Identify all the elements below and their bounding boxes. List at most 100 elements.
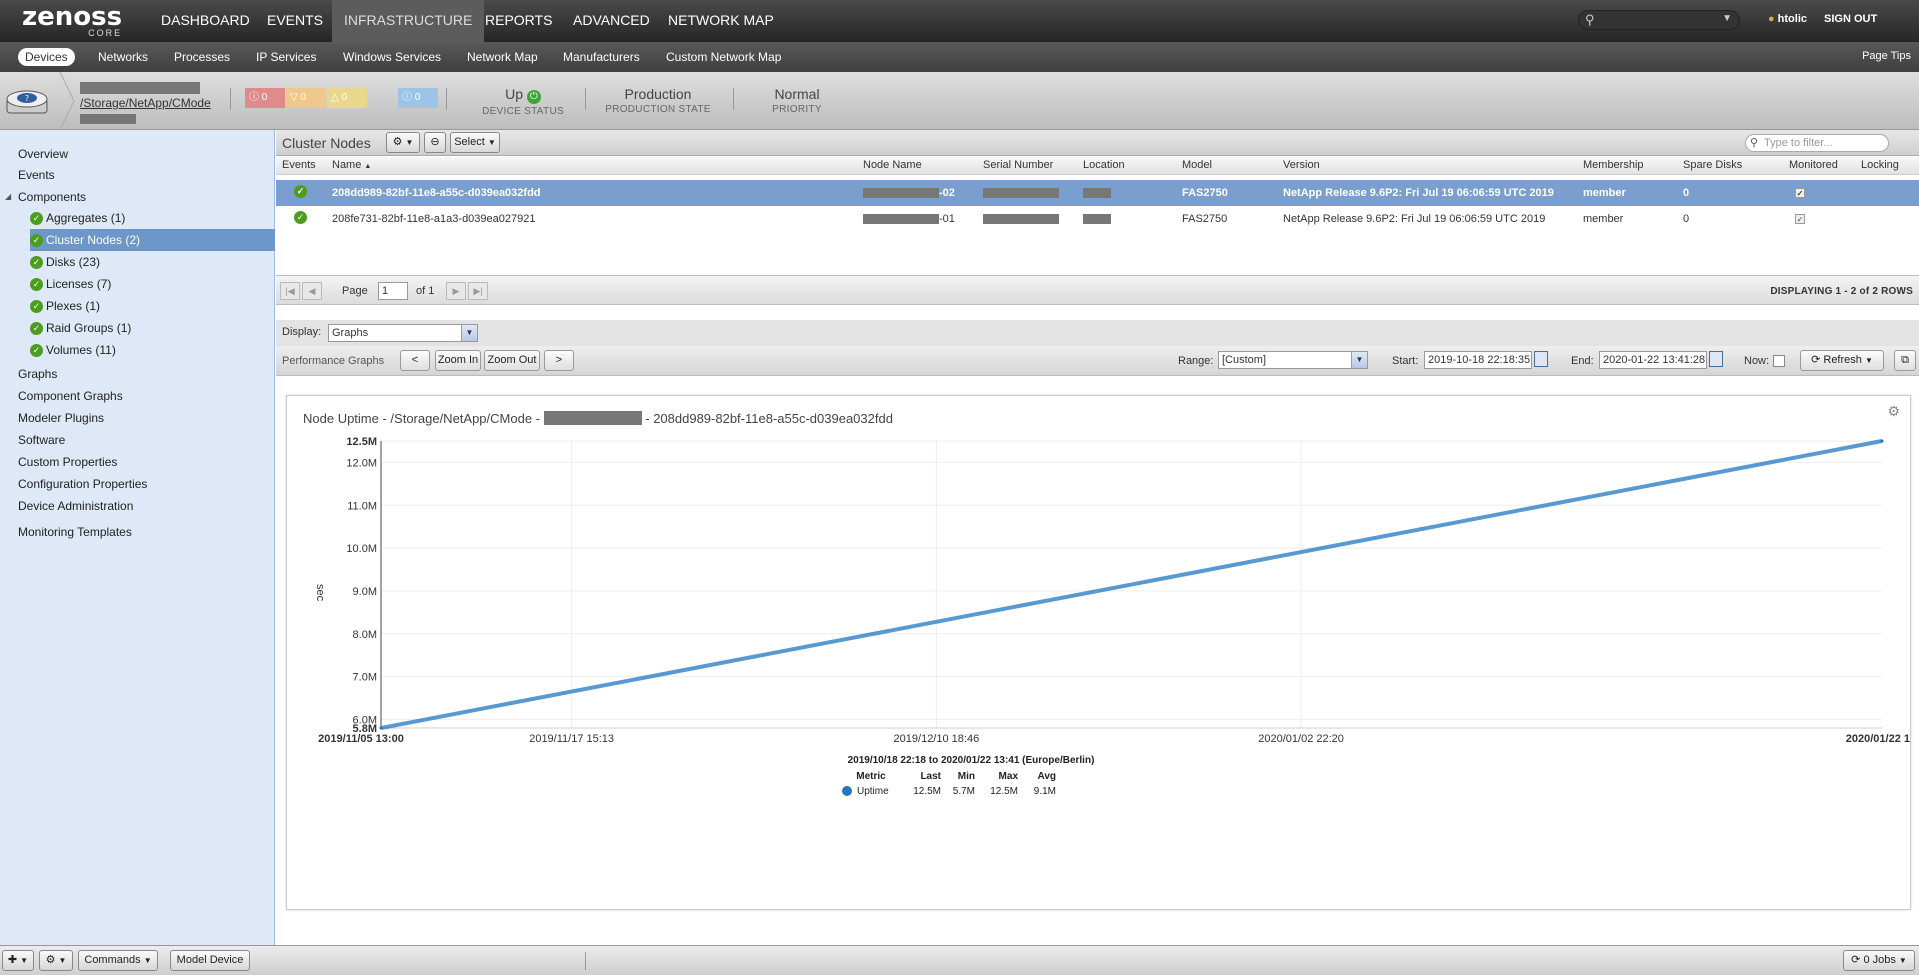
legend-value: 12.5M xyxy=(913,786,941,797)
calendar-icon[interactable] xyxy=(1709,351,1723,367)
export-graph-button[interactable]: ⧉ xyxy=(1894,350,1916,371)
column-header-node-name[interactable]: Node Name xyxy=(863,159,922,171)
global-search-input[interactable]: ⚲ ▼ xyxy=(1578,10,1740,30)
sidebar-item-device-administration[interactable]: Device Administration xyxy=(18,498,133,514)
sidebar-item-aggregates[interactable]: ✓ Aggregates (1) xyxy=(30,207,275,229)
sidebar-item-volumes[interactable]: ✓ Volumes (11) xyxy=(30,339,275,361)
first-page-button[interactable]: |◀ xyxy=(280,282,300,300)
sidebar-item-software[interactable]: Software xyxy=(18,432,65,448)
range-select[interactable]: [Custom] ▼ xyxy=(1218,351,1368,369)
chevron-down-icon[interactable]: ▼ xyxy=(461,325,477,341)
table-row[interactable]: ✓ 208dd989-82bf-11e8-a55c-d039ea032fdd -… xyxy=(276,180,1919,206)
sidebar-item-components[interactable]: Components xyxy=(18,189,86,205)
gear-menu-button[interactable]: ⚙ ▼ xyxy=(386,132,420,153)
table-row[interactable]: ✓ 208fe731-82bf-11e8-a1a3-d039ea027921 -… xyxy=(276,206,1919,232)
device-status-value: Up xyxy=(505,86,523,102)
last-page-button[interactable]: ▶| xyxy=(468,282,488,300)
page-number-input[interactable]: 1 xyxy=(378,282,408,300)
page-label: Page xyxy=(342,285,368,297)
nav-network-map[interactable]: NETWORK MAP xyxy=(656,0,786,42)
column-header-spare-disks[interactable]: Spare Disks xyxy=(1683,159,1742,171)
column-header-serial-number[interactable]: Serial Number xyxy=(983,159,1053,171)
subnav-ip-services[interactable]: IP Services xyxy=(249,48,323,66)
sidebar-item-overview[interactable]: Overview xyxy=(18,146,68,162)
model-device-button[interactable]: Model Device xyxy=(170,950,250,971)
next-range-button[interactable]: > xyxy=(544,350,574,371)
gear-menu-button[interactable]: ⚙ ▼ xyxy=(39,950,73,971)
subnav-networks[interactable]: Networks xyxy=(91,48,155,66)
now-checkbox[interactable] xyxy=(1773,355,1785,367)
y-tick-label: 11.0M xyxy=(347,500,377,512)
calendar-icon[interactable] xyxy=(1534,351,1548,367)
sidebar-item-modeler-plugins[interactable]: Modeler Plugins xyxy=(18,410,104,426)
sidebar-item-configuration-properties[interactable]: Configuration Properties xyxy=(18,476,147,492)
subnav-manufacturers[interactable]: Manufacturers xyxy=(556,48,647,66)
zoom-out-button[interactable]: Zoom Out xyxy=(484,350,540,371)
column-header-monitored[interactable]: Monitored xyxy=(1789,159,1838,171)
nav-reports[interactable]: REPORTS xyxy=(473,0,564,42)
device-class-path[interactable]: /Storage/NetApp/CMode xyxy=(80,96,211,110)
column-header-events[interactable]: Events xyxy=(282,159,316,171)
sidebar-item-custom-properties[interactable]: Custom Properties xyxy=(18,454,117,470)
column-header-model[interactable]: Model xyxy=(1182,159,1212,171)
add-button[interactable]: ✚ ▼ xyxy=(2,950,34,971)
row-spare-disks: 0 xyxy=(1683,213,1690,225)
sidebar-item-cluster-nodes[interactable]: ✓ Cluster Nodes (2) xyxy=(30,229,275,251)
row-monitored-checkbox[interactable]: ✓ xyxy=(1795,187,1805,199)
sidebar-item-licenses[interactable]: ✓ Licenses (7) xyxy=(30,273,275,295)
sidebar-item-disks[interactable]: ✓ Disks (23) xyxy=(30,251,275,273)
subnav-custom-network-map[interactable]: Custom Network Map xyxy=(659,48,788,66)
event-info-count[interactable]: ⓘ 0 xyxy=(398,88,438,108)
column-header-version[interactable]: Version xyxy=(1283,159,1320,171)
sidebar-item-graphs[interactable]: Graphs xyxy=(18,366,57,382)
sidebar-item-events[interactable]: Events xyxy=(18,167,55,183)
event-critical-count[interactable]: ⓘ 0 xyxy=(245,88,285,108)
prev-page-button[interactable]: ◀ xyxy=(302,282,322,300)
start-date-input[interactable]: 2019-10-18 22:18:35 xyxy=(1424,351,1532,369)
event-warning-count[interactable]: △ 0 xyxy=(327,88,367,108)
nav-advanced[interactable]: ADVANCED xyxy=(561,0,662,42)
sign-out-link[interactable]: SIGN OUT xyxy=(1824,13,1877,25)
subnav-windows-services[interactable]: Windows Services xyxy=(336,48,448,66)
column-header-membership[interactable]: Membership xyxy=(1583,159,1644,171)
prev-range-button[interactable]: < xyxy=(400,350,430,371)
zenoss-logo[interactable]: zenoss CORE xyxy=(22,4,122,38)
delete-button[interactable]: ⊖ xyxy=(424,132,446,153)
next-page-button[interactable]: ▶ xyxy=(446,282,466,300)
chevron-down-icon[interactable]: ▼ xyxy=(1351,352,1367,368)
username: htolic xyxy=(1777,13,1807,25)
nav-infrastructure[interactable]: INFRASTRUCTURE xyxy=(332,0,485,42)
page-tips-link[interactable]: Page Tips xyxy=(1862,50,1911,62)
row-membership: member xyxy=(1583,187,1626,199)
expand-icon[interactable]: ◢ xyxy=(5,192,11,201)
sidebar-item-raid-groups[interactable]: ✓ Raid Groups (1) xyxy=(30,317,275,339)
subnav-devices[interactable]: Devices xyxy=(18,48,75,66)
minus-circle-icon: ⊖ xyxy=(430,136,440,148)
sidebar-item-monitoring-templates[interactable]: Monitoring Templates xyxy=(18,524,132,540)
column-header-location[interactable]: Location xyxy=(1083,159,1125,171)
warning-icon: △ xyxy=(331,92,339,103)
commands-button[interactable]: Commands ▼ xyxy=(78,950,158,971)
refresh-button[interactable]: ⟳ Refresh ▼ xyxy=(1800,350,1884,371)
sidebar-item-component-graphs[interactable]: Component Graphs xyxy=(18,388,123,404)
display-select[interactable]: Graphs ▼ xyxy=(328,324,478,342)
nav-events[interactable]: EVENTS xyxy=(255,0,335,42)
column-header-name[interactable]: Name ▲ xyxy=(332,159,371,171)
subnav-network-map[interactable]: Network Map xyxy=(460,48,545,66)
jobs-button[interactable]: ⟳ 0 Jobs ▼ xyxy=(1843,950,1915,971)
row-monitored-checkbox[interactable]: ✓ xyxy=(1795,213,1805,225)
export-icon: ⧉ xyxy=(1901,354,1909,366)
chevron-down-icon[interactable]: ▼ xyxy=(1722,13,1732,24)
panel-title: Cluster Nodes xyxy=(282,135,371,151)
column-header-locking[interactable]: Locking xyxy=(1861,159,1899,171)
user-menu[interactable]: ● htolic xyxy=(1768,13,1807,25)
select-menu-button[interactable]: Select ▼ xyxy=(450,132,500,153)
end-date-input[interactable]: 2020-01-22 13:41:28 xyxy=(1599,351,1707,369)
filter-input[interactable]: ⚲ Type to filter... xyxy=(1745,134,1889,152)
sidebar-item-plexes[interactable]: ✓ Plexes (1) xyxy=(30,295,275,317)
subnav-processes[interactable]: Processes xyxy=(167,48,237,66)
nav-dashboard[interactable]: DASHBOARD xyxy=(149,0,262,42)
now-label: Now: xyxy=(1744,355,1770,367)
zoom-in-button[interactable]: Zoom In xyxy=(435,350,481,371)
event-error-count[interactable]: ▽ 0 xyxy=(286,88,326,108)
